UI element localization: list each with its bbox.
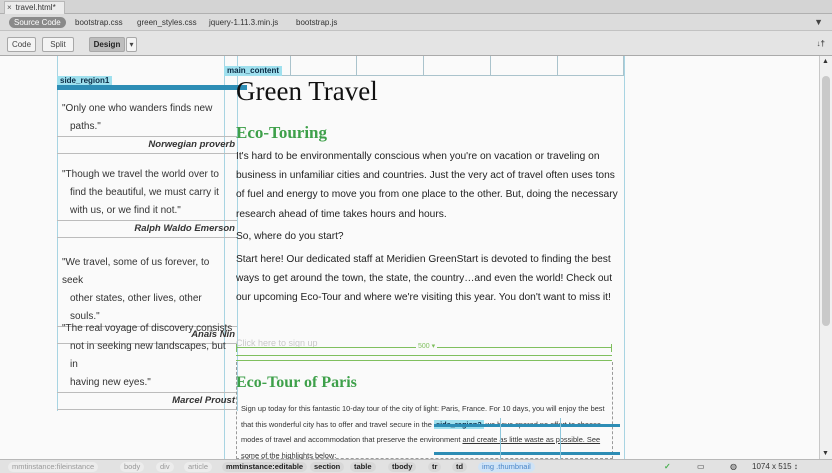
window-icon[interactable]: ▭ [697, 462, 705, 472]
quote-line: not in seeking new landscapes, but in [70, 341, 226, 370]
close-tab-icon[interactable]: × [7, 3, 12, 12]
vertical-scrollbar[interactable]: ▲ ▼ [819, 56, 832, 459]
file-green-styles-css[interactable]: green_styles.css [137, 17, 197, 28]
crumb-section[interactable]: section [310, 462, 345, 472]
crumb-table[interactable]: table [350, 462, 376, 472]
design-canvas[interactable]: side_region1 main_content "Only one who … [0, 56, 819, 459]
body-paragraph[interactable]: It's hard to be environmentally consciou… [236, 147, 621, 224]
quote-author: Marcel Proust [172, 395, 235, 406]
crumb-mmtinstance-fileinstance[interactable]: mmtinstance:fileinstance [8, 462, 99, 472]
main-content-label[interactable]: main_content [224, 66, 283, 76]
quote-divider [57, 409, 237, 410]
document-tab-title: travel.html* [15, 3, 56, 12]
grid-column-line [423, 56, 424, 76]
view-toolbar: Code Split Design ▾ ↓† [0, 31, 832, 56]
grid-column-line [623, 56, 624, 76]
crumb-body[interactable]: body [120, 462, 145, 472]
crumb-img-thumbnail[interactable]: img .thumbnail [478, 462, 535, 472]
crumb-tr[interactable]: tr [428, 462, 442, 472]
quote-line: paths." [70, 121, 101, 132]
page-title[interactable]: Green Travel [236, 76, 378, 107]
globe-icon[interactable]: ◍ [730, 462, 737, 472]
scroll-thumb[interactable] [822, 76, 830, 326]
crumb-tbody[interactable]: tbody [388, 462, 417, 472]
crumb-mmtinstance-editable[interactable]: mmtinstance:editable [222, 462, 308, 472]
quote-author: Ralph Waldo Emerson [134, 223, 235, 234]
grid-column-line [356, 56, 357, 76]
crumb-td[interactable]: td [452, 462, 468, 472]
grid-column-line [490, 56, 491, 76]
body-paragraph[interactable]: Start here! Our dedicated staff at Merid… [236, 250, 621, 308]
check-icon[interactable]: ✓ [664, 462, 671, 472]
quote-block: "Only one who wanders finds new paths." … [57, 100, 237, 154]
side-region2-highlight-bar [434, 424, 620, 427]
related-files-bar: Source Code bootstrap.css green_styles.c… [0, 14, 832, 31]
quote-block: "Though we travel the world over to find… [57, 166, 237, 238]
quote-line: "We travel, some of us forever, to seek [62, 257, 210, 286]
sort-icon[interactable]: ↓† [817, 39, 825, 48]
width-ruler: 500 ▾ [236, 342, 612, 352]
design-view-button[interactable]: Design [89, 37, 125, 52]
side-region1-highlight-bar [57, 85, 247, 90]
grid-column-line [560, 418, 561, 459]
code-view-button[interactable]: Code [7, 37, 36, 52]
paris-heading[interactable]: Eco-Tour of Paris [236, 374, 357, 392]
quote-line: "The real voyage of discovery consists [62, 323, 233, 334]
quote-line: having new eyes." [70, 377, 151, 388]
design-menu-chevron-icon[interactable]: ▾ [126, 37, 137, 52]
crumb-div[interactable]: div [156, 462, 174, 472]
document-tab[interactable]: × travel.html* [4, 1, 65, 14]
table-guide-line [236, 355, 612, 356]
quote-line: "Only one who wanders finds new [62, 103, 213, 114]
quote-line: with us, or we find it not." [70, 205, 181, 216]
grid-column-line [557, 56, 558, 76]
quote-divider [57, 237, 237, 238]
file-bootstrap-js[interactable]: bootstrap.js [296, 17, 337, 28]
body-paragraph[interactable]: So, where do you start? [236, 227, 621, 246]
quote-line: "Though we travel the world over to [62, 169, 219, 180]
table-guide-line [236, 360, 612, 361]
crumb-article[interactable]: article [184, 462, 213, 472]
quote-line: find the beautiful, we must carry it [70, 187, 219, 198]
tag-selector-bar: mmtinstance:fileinstance body div articl… [0, 459, 832, 473]
file-jquery-js[interactable]: jquery-1.11.3.min.js [209, 17, 278, 28]
width-ruler-label[interactable]: 500 ▾ [416, 342, 438, 350]
paris-paragraph[interactable]: Sign up today for this fantastic 10-day … [241, 401, 606, 459]
quote-divider [57, 153, 237, 154]
grid-column-line [290, 56, 291, 76]
grid-header-row [224, 56, 624, 76]
filter-icon[interactable]: ▼ [814, 17, 823, 27]
scroll-down-arrow-icon[interactable]: ▼ [822, 450, 829, 457]
scroll-up-arrow-icon[interactable]: ▲ [822, 58, 829, 65]
document-tab-bar: × travel.html* [0, 0, 832, 14]
grid-column-line [500, 418, 501, 459]
window-size-readout[interactable]: 1074 x 515 ↕ [752, 462, 798, 472]
split-view-button[interactable]: Split [42, 37, 74, 52]
file-source-code[interactable]: Source Code [9, 17, 66, 28]
quote-author: Norwegian proverb [148, 139, 235, 150]
main-column-guide-right [624, 56, 625, 459]
quote-block: "The real voyage of discovery consists n… [57, 320, 237, 410]
file-bootstrap-css[interactable]: bootstrap.css [75, 17, 123, 28]
section-heading[interactable]: Eco-Touring [236, 123, 327, 143]
side-region2-highlight-bar [434, 452, 620, 455]
